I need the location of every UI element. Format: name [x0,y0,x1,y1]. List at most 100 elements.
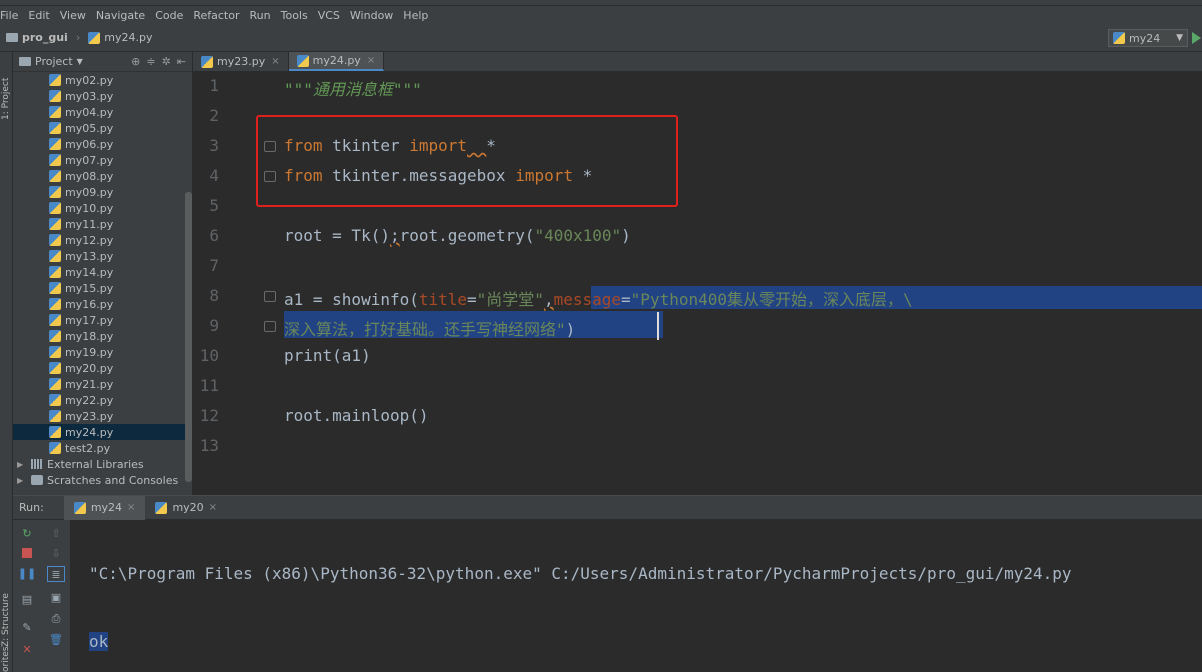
code-line-9: 深入算法，打好基础。还手写神经网络") [284,316,575,340]
project-tree-file[interactable]: my14.py [13,264,192,280]
line-number: 7 [209,256,219,275]
close-icon[interactable]: ✕ [20,642,34,656]
console-output[interactable]: "C:\Program Files (x86)\Python36-32\pyth… [89,524,1072,672]
dump-threads-icon[interactable]: ▤ [20,592,34,606]
line-number: 4 [209,166,219,185]
fold-marker[interactable] [264,291,276,302]
close-icon[interactable]: × [209,502,217,513]
project-tree-file[interactable]: my19.py [13,344,192,360]
project-tree-file[interactable]: my04.py [13,104,192,120]
project-tree-file[interactable]: my16.py [13,296,192,312]
close-icon[interactable]: × [271,56,279,67]
project-tree-file[interactable]: my22.py [13,392,192,408]
code-line-10: print(a1) [284,346,371,365]
project-tree-file[interactable]: my03.py [13,88,192,104]
menu-item-file[interactable]: File [0,9,23,22]
fold-marker[interactable] [264,321,276,332]
gear-icon[interactable]: ✲ [162,55,171,68]
favorites-tool-window-button[interactable]: orites [1,647,11,672]
rerun-icon[interactable]: ↻ [20,526,34,540]
python-file-icon [49,282,61,294]
pause-icon[interactable]: ❚❚ [18,566,36,580]
file-label: my11.py [65,217,114,231]
editor-tab-label: my23.py [217,55,266,68]
menu-item-help[interactable]: Help [398,9,433,22]
project-tree-file[interactable]: my12.py [13,232,192,248]
close-icon[interactable]: × [127,502,135,513]
project-tree-file[interactable]: my23.py [13,408,192,424]
file-label: my14.py [65,265,114,279]
locate-icon[interactable]: ⊕ [131,55,140,68]
project-tree-file[interactable]: my10.py [13,200,192,216]
close-icon[interactable]: × [367,55,375,66]
code-editor[interactable]: 1 2 3 4 5 6 7 8 9 10 11 12 13 """通用消息框""" from tkint… [193,72,1202,495]
project-tree-file[interactable]: my24.py [13,424,192,440]
stop-icon[interactable] [20,546,34,560]
menu-item-vcs[interactable]: VCS [313,9,345,22]
menu-item-window[interactable]: Window [345,9,398,22]
project-tree-file[interactable]: my21.py [13,376,192,392]
menu-item-code[interactable]: Code [150,9,188,22]
pin-icon[interactable]: ✎ [20,620,34,634]
string-literal: "Python400集从零开始，深入底层，\ [630,290,913,309]
project-panel-title[interactable]: Project [35,55,73,68]
scroll-to-end-icon[interactable]: ▣ [49,590,63,604]
project-tree-file[interactable]: my15.py [13,280,192,296]
editor-tab[interactable]: my24.py × [288,52,385,71]
run-tab[interactable]: my24 × [63,495,146,520]
expand-arrow-icon[interactable]: ▶ [17,476,27,485]
project-tree-file[interactable]: my08.py [13,168,192,184]
trash-icon[interactable]: 🗑 [49,632,63,646]
project-tree-group[interactable]: ▶ External Libraries [13,456,192,472]
python-file-icon [49,74,61,86]
file-label: my24.py [65,425,114,439]
run-icon[interactable] [1192,32,1201,44]
down-arrow-icon[interactable]: ⇩ [49,546,63,560]
project-tree-file[interactable]: my09.py [13,184,192,200]
chevron-down-icon[interactable]: ▼ [77,57,83,66]
project-tree-file[interactable]: my07.py [13,152,192,168]
menu-item-view[interactable]: View [55,9,91,22]
project-tool-window-button[interactable]: 1: Project [1,60,11,120]
hide-icon[interactable]: ⇤ [177,55,186,68]
collapse-icon[interactable]: ≑ [146,55,155,68]
python-file-icon [49,314,61,326]
python-file-icon [49,138,61,150]
up-arrow-icon[interactable]: ⇧ [49,526,63,540]
breadcrumb-file[interactable]: my24.py [82,31,158,44]
text-cursor [657,312,659,340]
print-icon[interactable]: ⎙ [49,612,63,626]
editor-tab[interactable]: my23.py × [193,52,289,71]
project-scrollbar[interactable] [185,192,192,482]
structure-tool-window-button[interactable]: Z: Structure [1,567,11,647]
expand-arrow-icon[interactable]: ▶ [17,460,27,469]
run-tab[interactable]: my20 × [145,496,227,520]
menu-item-edit[interactable]: Edit [23,9,54,22]
project-tree-file[interactable]: my18.py [13,328,192,344]
menu-item-run[interactable]: Run [245,9,276,22]
project-tree-file[interactable]: my17.py [13,312,192,328]
parameter-name: title [418,290,468,309]
file-label: my04.py [65,105,114,119]
breadcrumb-project[interactable]: pro_gui [0,31,74,44]
project-tree-file[interactable]: my13.py [13,248,192,264]
menu-item-refactor[interactable]: Refactor [188,9,244,22]
file-label: my12.py [65,233,114,247]
project-tree-file[interactable]: my06.py [13,136,192,152]
project-tree-file[interactable]: my02.py [13,72,192,88]
file-label: my13.py [65,249,114,263]
project-tree-file[interactable]: my11.py [13,216,192,232]
menu-item-tools[interactable]: Tools [276,9,313,22]
run-tab-label: my20 [172,501,204,514]
project-tree-file[interactable]: my20.py [13,360,192,376]
soft-wrap-icon[interactable]: ≣ [47,566,65,582]
code-token: = [621,290,631,309]
code-token: ) [621,226,631,245]
python-file-icon [49,330,61,342]
project-tree-file[interactable]: test2.py [13,440,192,456]
warning-underline: , [543,290,554,309]
run-configuration-select[interactable]: my24 ▼ [1108,29,1188,47]
project-tree-file[interactable]: my05.py [13,120,192,136]
project-tree-group[interactable]: ▶ Scratches and Consoles [13,472,192,488]
menu-item-navigate[interactable]: Navigate [91,9,150,22]
